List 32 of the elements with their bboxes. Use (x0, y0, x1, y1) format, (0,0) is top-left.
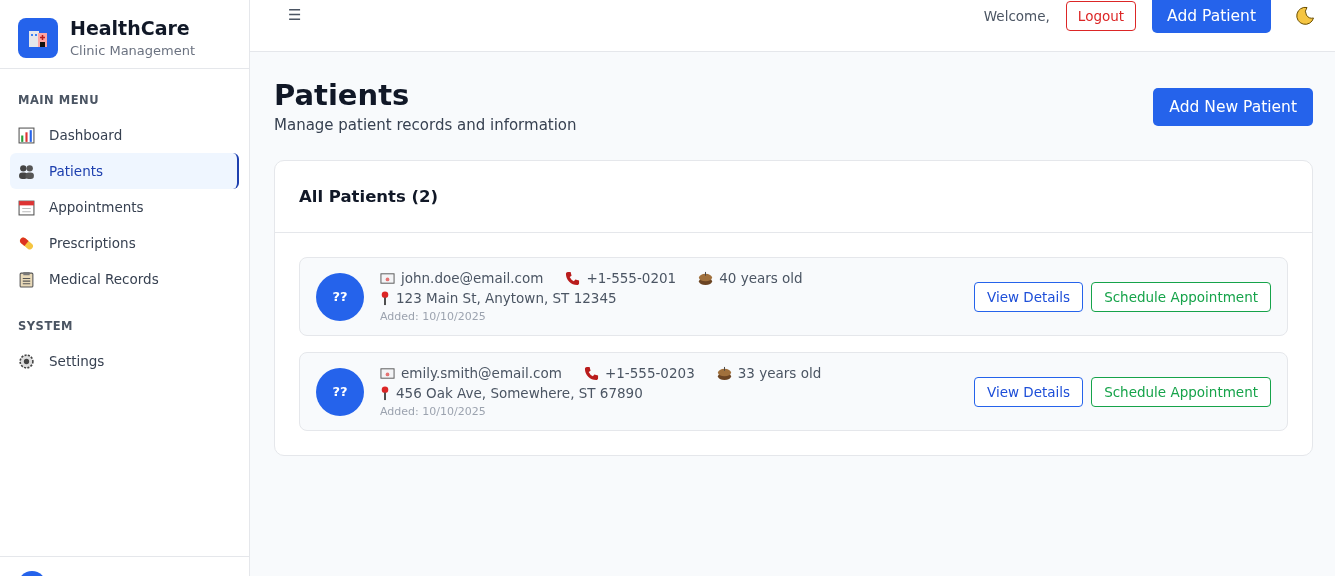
card-title: All Patients (2) (275, 161, 1312, 233)
section-heading: SYSTEM (17, 318, 75, 335)
patient-age: 33 years old (737, 365, 822, 381)
patient-avatar: ?? (316, 367, 364, 416)
page-subtitle: Manage patient records and information (274, 116, 577, 134)
patient-address: 456 Oak Ave, Somewhere, ST 67890 (396, 385, 643, 401)
brand-title: HealthCare (70, 17, 191, 39)
view-details-button[interactable]: View Details (974, 281, 1084, 312)
patient-address: 123 Main St, Anytown, ST 12345 (396, 290, 617, 306)
nav-item[interactable]: Patients (10, 153, 239, 189)
patient-phone: +1-555-0201 (586, 270, 677, 286)
nav-item[interactable]: Dashboard (10, 117, 239, 153)
patient-avatar: ?? (316, 272, 364, 321)
nav-item[interactable]: Medical Records (10, 261, 239, 297)
patient-email: john.doe@email.com (401, 270, 544, 286)
section-heading: MAIN MENU (17, 92, 100, 109)
nav-item[interactable]: Appointments (10, 189, 239, 225)
view-details-button[interactable]: View Details (974, 376, 1084, 407)
brand-subtitle: Clinic Management (70, 43, 196, 58)
welcome-text: Welcome, (983, 7, 1050, 24)
added-date: Added: 10/10/2025 (380, 310, 487, 323)
added-date: Added: 10/10/2025 (380, 405, 487, 418)
logout-button[interactable]: Logout (1065, 1, 1137, 31)
nav-item[interactable]: Settings (10, 343, 239, 379)
add-new-patient-button[interactable]: Add New Patient (1153, 88, 1313, 126)
patient-email: emily.smith@email.com (401, 365, 562, 381)
patient-phone: +1-555-0203 (604, 365, 695, 381)
page-title: Patients (274, 78, 411, 112)
patient-age: 40 years old (719, 270, 803, 286)
add-patient-button[interactable]: Add Patient (1152, 0, 1271, 33)
nav-item[interactable]: Prescriptions (10, 225, 239, 261)
menu-button[interactable]: ☰ (282, 0, 308, 25)
